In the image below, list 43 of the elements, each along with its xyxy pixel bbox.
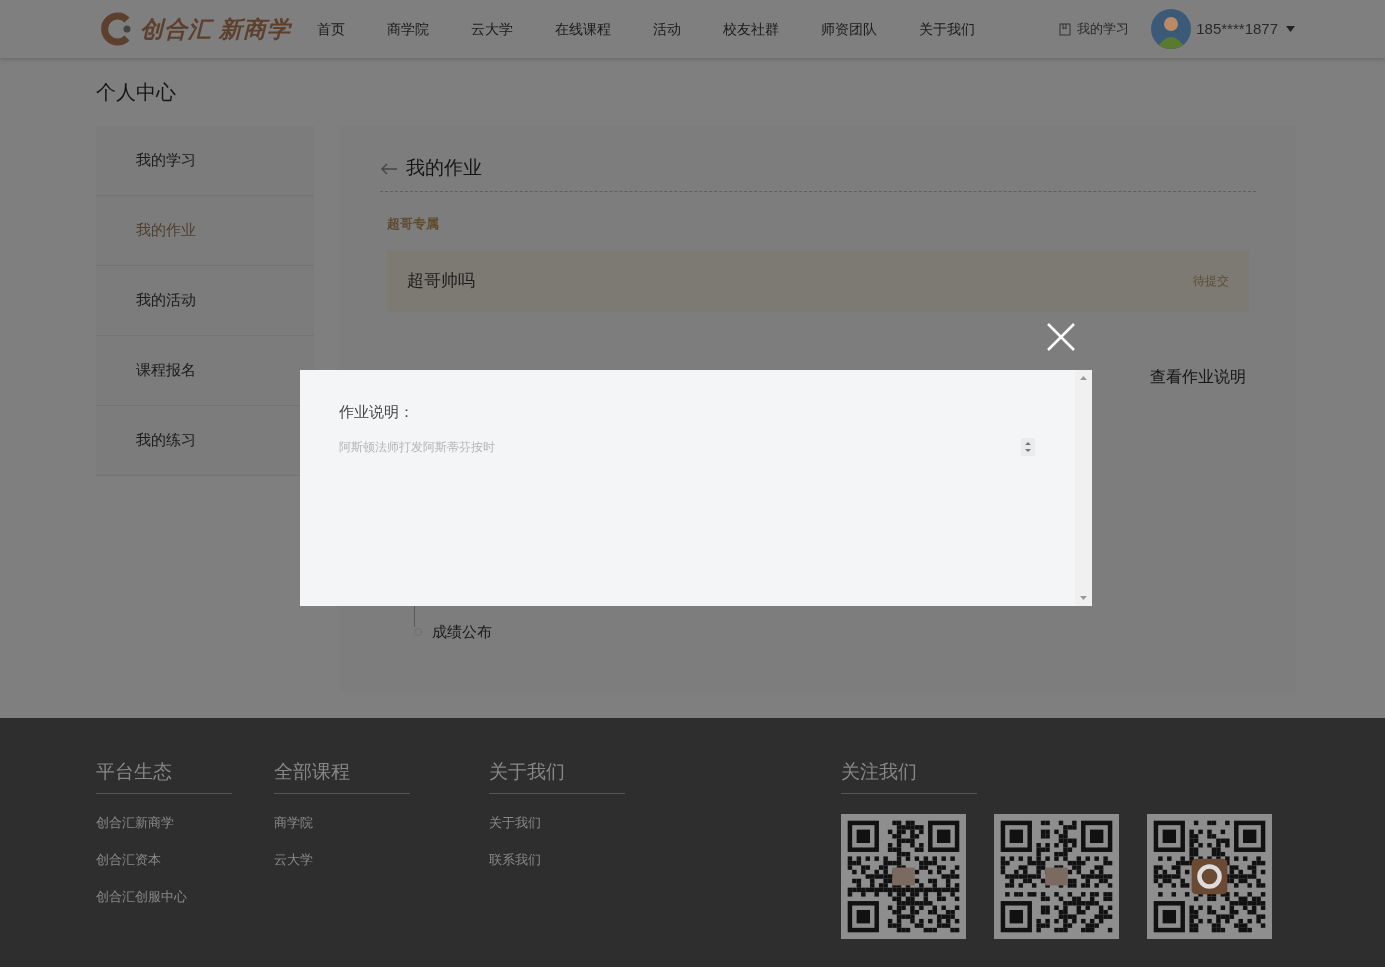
footer-link[interactable]: 创合汇资本 [96, 852, 274, 868]
footer-link[interactable]: 创合汇新商学 [96, 815, 274, 831]
assignment-card[interactable]: 超哥帅吗 待提交 [387, 249, 1249, 312]
sidebar-item[interactable]: 我的学习 [96, 126, 314, 196]
footer-heading: 关注我们 [841, 758, 977, 794]
logo-text: 创合汇 新商学 [140, 14, 292, 44]
nav-link[interactable]: 校友社群 [723, 18, 780, 40]
book-icon [1059, 22, 1072, 36]
footer-heading: 全部课程 [274, 758, 410, 794]
nav-link[interactable]: 云大学 [471, 18, 514, 40]
footer-heading: 关于我们 [489, 758, 625, 794]
back-arrow-icon[interactable] [380, 162, 398, 175]
scrollbar[interactable] [1075, 370, 1092, 606]
view-instructions-link[interactable]: 查看作业说明 [1150, 364, 1246, 389]
sidebar-item[interactable]: 我的活动 [96, 266, 314, 336]
nav-link[interactable]: 活动 [653, 18, 682, 40]
footer-link[interactable]: 联系我们 [489, 852, 841, 868]
spinner-icon[interactable] [1021, 437, 1035, 456]
dialog-label: 作业说明： [339, 402, 415, 422]
assignment-title: 超哥帅吗 [407, 269, 475, 292]
group-label: 超哥专属 [387, 215, 440, 233]
panel-title: 我的作业 [406, 156, 482, 181]
timeline-label: 成绩公布 [432, 621, 492, 642]
status-label: 待提交 [1193, 272, 1229, 290]
footer-link[interactable]: 云大学 [274, 852, 489, 868]
footer-link[interactable]: 关于我们 [489, 815, 841, 831]
scroll-up-icon[interactable] [1080, 376, 1087, 380]
my-study-link[interactable]: 我的学习 [1077, 19, 1130, 39]
page-title: 个人中心 [96, 80, 177, 105]
nav-link[interactable]: 商学院 [387, 18, 430, 40]
nav-link[interactable]: 首页 [317, 18, 346, 40]
nav-link[interactable]: 师资团队 [821, 18, 878, 40]
caret-icon[interactable] [1286, 26, 1295, 32]
sidebar-item[interactable]: 我的作业 [96, 196, 314, 266]
scroll-down-icon[interactable] [1080, 596, 1087, 600]
user-phone[interactable]: 185****1877 [1196, 17, 1278, 41]
footer-heading: 平台生态 [96, 758, 232, 794]
footer-link[interactable]: 创合汇创服中心 [96, 889, 274, 905]
nav-link[interactable]: 关于我们 [919, 18, 976, 40]
close-icon[interactable] [1046, 322, 1076, 352]
avatar[interactable] [1151, 9, 1192, 49]
nav-link[interactable]: 在线课程 [555, 18, 612, 40]
footer-link[interactable]: 商学院 [274, 815, 489, 831]
